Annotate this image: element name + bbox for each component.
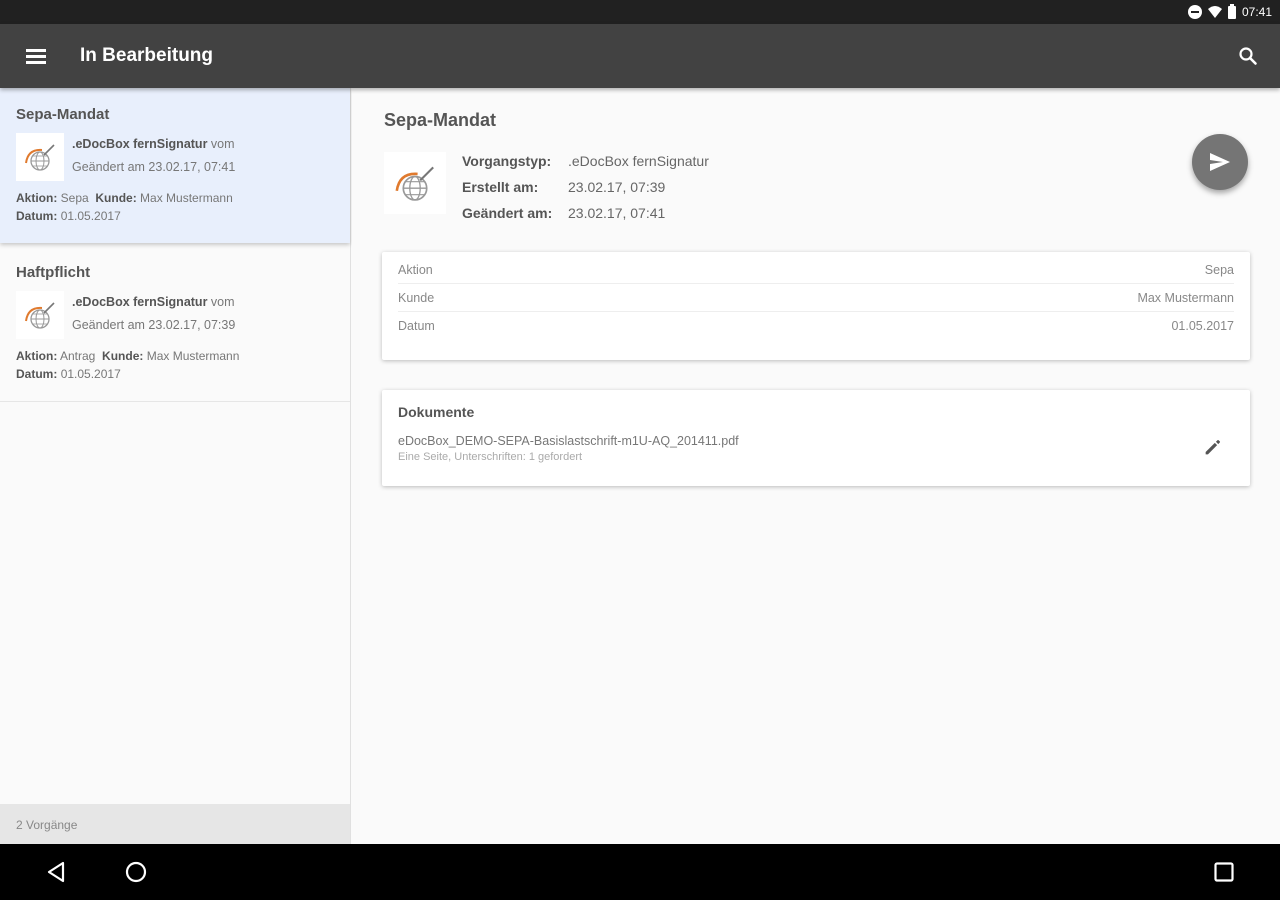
- datum-value: 01.05.2017: [60, 209, 121, 223]
- erstellt-label: Erstellt am:: [462, 179, 539, 195]
- kunde-value: Max Mustermann: [146, 349, 240, 363]
- edocbox-globe-icon: [16, 133, 64, 181]
- search-icon[interactable]: [1236, 44, 1260, 68]
- list-item[interactable]: Sepa-Mandat .eDocBox fernSignatur vom Ge…: [0, 88, 350, 243]
- property-row: Datum 01.05.2017: [398, 312, 1234, 340]
- property-label: Datum: [398, 319, 435, 333]
- system-nav-bar: [0, 844, 1280, 900]
- vorgangstyp-value: .eDocBox fernSignatur: [568, 153, 709, 169]
- property-row: Aktion Sepa: [398, 256, 1234, 284]
- list-item-type-suffix: vom: [207, 295, 235, 309]
- list-item-title: Sepa-Mandat: [16, 106, 110, 123]
- list-item[interactable]: Haftpflicht .eDocBox fernSignatur vom Ge…: [0, 246, 350, 402]
- edocbox-globe-icon: [384, 152, 446, 214]
- send-button[interactable]: [1192, 134, 1248, 190]
- detail-info: Vorgangstyp: .eDocBox fernSignatur Erstel…: [462, 148, 709, 226]
- datum-value: 01.05.2017: [60, 367, 121, 381]
- app-bar: In Bearbeitung: [0, 24, 1280, 88]
- battery-icon: [1227, 3, 1236, 19]
- document-file-info: Eine Seite, Unterschriften: 1 gefordert: [398, 451, 583, 463]
- list-item-type-suffix: vom: [207, 137, 235, 151]
- aktion-label: Aktion:: [16, 349, 58, 363]
- kunde-label: Kunde:: [102, 349, 144, 363]
- vorgang-list-panel: Sepa-Mandat .eDocBox fernSignatur vom Ge…: [0, 88, 351, 844]
- status-time: 07:41: [1241, 5, 1272, 19]
- geaendert-label: Geändert am:: [462, 205, 553, 221]
- kunde-value: Max Mustermann: [140, 191, 233, 205]
- list-item-changed: Geändert am 23.02.17, 07:39: [72, 318, 236, 332]
- do-not-disturb-icon: [1187, 5, 1202, 19]
- aktion-value: Sepa: [60, 191, 89, 205]
- detail-panel: Sepa-Mandat Vorgangstyp: .eDocBox fernSig…: [352, 88, 1280, 844]
- property-value: Max Mustermann: [1137, 290, 1234, 305]
- send-icon: [1210, 153, 1230, 171]
- status-icons: 07:41: [1187, 3, 1272, 20]
- list-item-type: .eDocBox fernSignatur: [72, 137, 208, 151]
- geaendert-value: 23.02.17, 07:41: [568, 205, 666, 221]
- properties-card: Aktion Sepa Kunde Max Mustermann Datum 0…: [382, 252, 1250, 360]
- circle-home-icon[interactable]: [124, 860, 148, 884]
- list-footer-count: 2 Vorgänge: [0, 804, 350, 844]
- erstellt-value: 23.02.17, 07:39: [568, 179, 666, 195]
- vorgangstyp-label: Vorgangstyp:: [462, 153, 552, 169]
- app-title: In Bearbeitung: [80, 45, 214, 66]
- wifi-icon: [1207, 6, 1222, 18]
- hamburger-menu-icon[interactable]: [20, 44, 52, 68]
- kunde-label: Kunde:: [95, 191, 137, 205]
- property-value: Sepa: [1204, 262, 1234, 277]
- detail-title: Sepa-Mandat: [384, 110, 497, 130]
- aktion-label: Aktion:: [16, 191, 58, 205]
- list-item-title: Haftpflicht: [16, 264, 91, 281]
- list-item-type: .eDocBox fernSignatur: [72, 295, 208, 309]
- property-value: 01.05.2017: [1171, 319, 1234, 333]
- status-bar: 07:41: [0, 0, 1280, 24]
- property-label: Aktion: [398, 262, 433, 277]
- property-label: Kunde: [398, 290, 435, 305]
- property-row: Kunde Max Mustermann: [398, 284, 1234, 312]
- edocbox-globe-icon: [16, 291, 64, 339]
- square-recents-icon[interactable]: [1212, 860, 1236, 884]
- datum-label: Datum:: [16, 367, 58, 381]
- documents-title: Dokumente: [398, 404, 475, 420]
- documents-card: Dokumente eDocBox_DEMO-SEPA-Basislastsch…: [382, 390, 1250, 486]
- datum-label: Datum:: [16, 209, 58, 223]
- list-item-changed: Geändert am 23.02.17, 07:41: [72, 160, 236, 174]
- aktion-value: Antrag: [60, 349, 96, 363]
- document-file-name[interactable]: eDocBox_DEMO-SEPA-Basislastschrift-m1U-A…: [398, 434, 1234, 448]
- pencil-icon[interactable]: [1202, 436, 1224, 458]
- triangle-back-icon[interactable]: [44, 860, 68, 884]
